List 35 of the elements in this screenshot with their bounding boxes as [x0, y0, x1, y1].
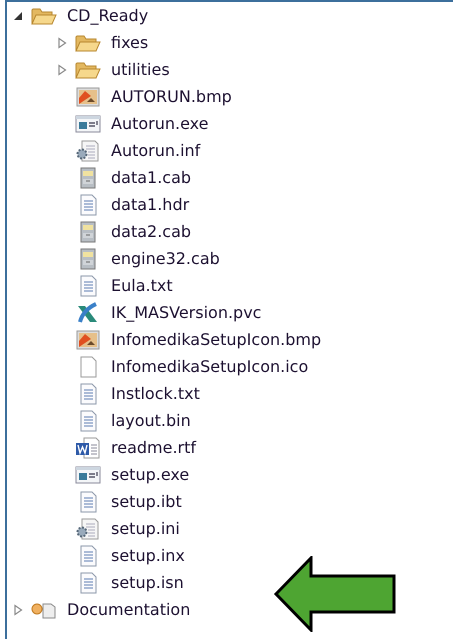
collapsed-triangle-icon[interactable] [12, 604, 24, 616]
tree-item[interactable]: layout.bin [111, 411, 191, 430]
tree-item[interactable]: data1.cab [111, 168, 192, 187]
settings-file-icon [75, 518, 101, 540]
tree-item[interactable]: data1.hdr [111, 195, 190, 214]
collapsed-triangle-icon[interactable] [56, 36, 68, 48]
tree-item[interactable]: setup.ibt [111, 492, 182, 511]
application-icon [75, 112, 101, 134]
tree-item[interactable]: Autorun.inf [111, 141, 200, 160]
tree-item[interactable]: readme.rtf [111, 438, 196, 457]
tree-item[interactable]: AUTORUN.bmp [111, 87, 232, 106]
tree-item[interactable]: Eula.txt [111, 276, 173, 295]
image-file-icon [75, 86, 101, 108]
settings-file-icon [75, 140, 101, 162]
tree-item[interactable]: setup.ini [111, 519, 180, 538]
tree-item[interactable]: data2.cab [111, 222, 192, 241]
word-document-icon [75, 436, 101, 458]
tree-item[interactable]: CD_Ready [67, 6, 148, 25]
tree-item[interactable]: setup.exe [111, 465, 190, 484]
expanded-triangle-icon[interactable] [12, 10, 24, 22]
tree-item[interactable]: Autorun.exe [111, 114, 208, 133]
left-arrow-icon [274, 556, 396, 632]
tree-item[interactable]: setup.isn [111, 573, 184, 592]
tree-item[interactable]: Documentation [67, 600, 190, 619]
collapsed-triangle-icon[interactable] [56, 64, 68, 76]
image-file-icon [75, 328, 101, 350]
tree-item[interactable]: InfomedikaSetupIcon.bmp [111, 330, 322, 349]
tree-item[interactable]: fixes [111, 33, 148, 52]
tree-item[interactable]: utilities [111, 60, 170, 79]
tree-item[interactable]: IK_MASVersion.pvc [111, 303, 262, 322]
application-icon [75, 464, 101, 486]
tree-item[interactable]: setup.inx [111, 546, 185, 565]
tree-item[interactable]: InfomedikaSetupIcon.ico [111, 357, 308, 376]
tree-item[interactable]: Instlock.txt [111, 384, 200, 403]
tree-item[interactable]: engine32.cab [111, 249, 220, 268]
